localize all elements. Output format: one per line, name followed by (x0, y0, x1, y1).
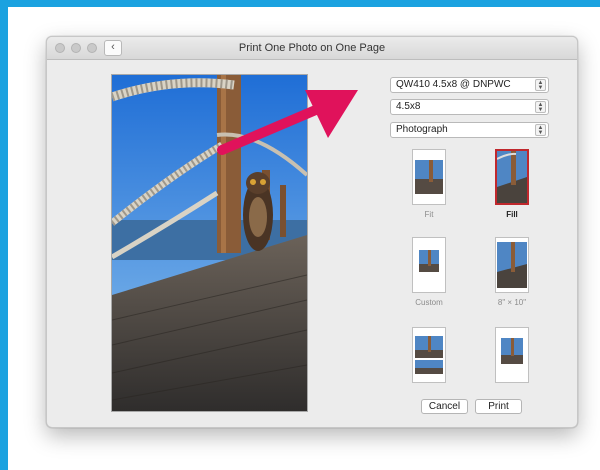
annotation-arrow-icon (217, 90, 358, 155)
